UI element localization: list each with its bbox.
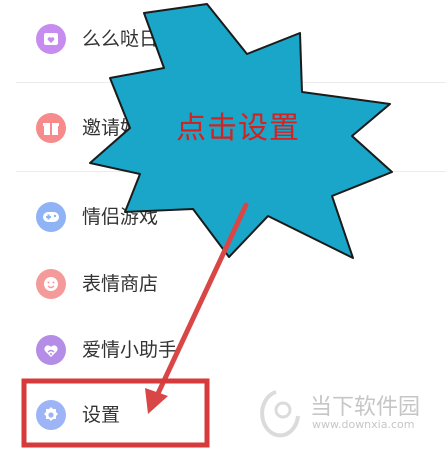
settings-highlight-box xyxy=(21,378,210,448)
watermark-logo xyxy=(260,390,300,438)
pointer-arrow-shaft xyxy=(152,202,249,403)
annotation-overlay xyxy=(21,3,393,448)
callout-text: 点击设置 xyxy=(176,111,300,146)
watermark-name: 当下软件园 xyxy=(310,395,421,420)
watermark-url: www.downxia.com xyxy=(312,418,415,431)
